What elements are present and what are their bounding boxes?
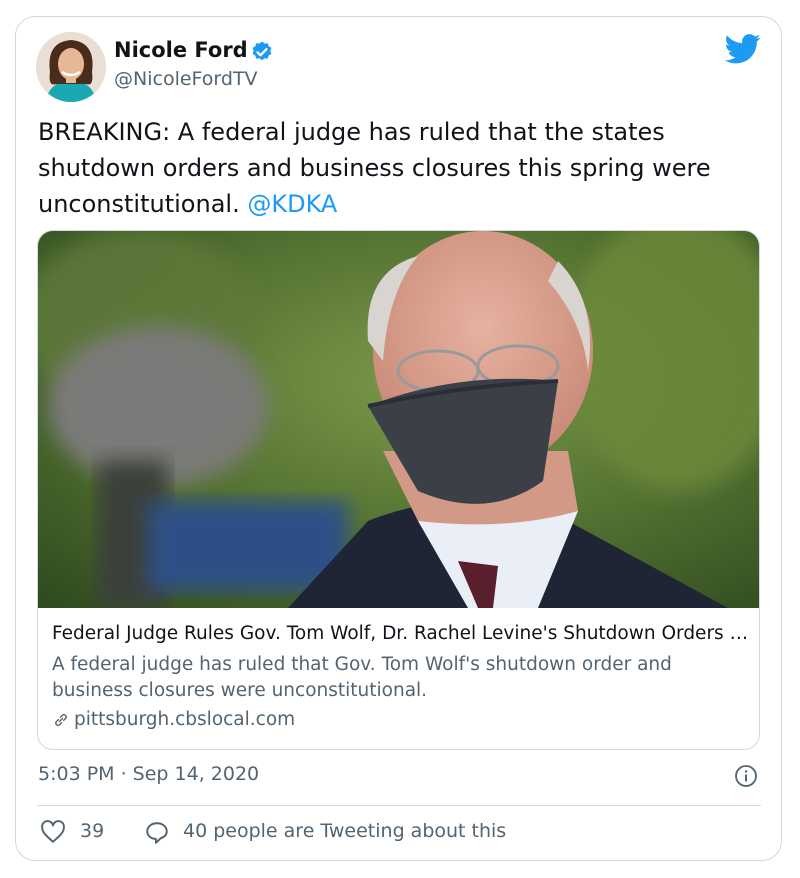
link-preview-image: [38, 231, 759, 608]
link-preview-card[interactable]: Federal Judge Rules Gov. Tom Wolf, Dr. R…: [37, 230, 760, 750]
tweeting-about-link[interactable]: 40 people are Tweeting about this: [183, 820, 506, 842]
tweet-text: BREAKING: A federal judge has ruled that…: [38, 114, 763, 222]
tweet-body: BREAKING: A federal judge has ruled that…: [38, 118, 711, 218]
link-card-domain[interactable]: pittsburgh.cbslocal.com: [52, 709, 295, 730]
author-handle[interactable]: @NicoleFordTV: [114, 68, 258, 90]
speech-bubble-icon[interactable]: [144, 820, 170, 846]
info-icon[interactable]: [734, 764, 758, 788]
heart-icon[interactable]: [40, 820, 66, 844]
like-count[interactable]: 39: [80, 820, 104, 842]
link-icon: [55, 713, 67, 726]
avatar[interactable]: [36, 32, 106, 102]
tweet-timestamp[interactable]: 5:03 PM · Sep 14, 2020: [38, 763, 259, 785]
verified-badge-icon: [252, 41, 272, 61]
link-card-title[interactable]: Federal Judge Rules Gov. Tom Wolf, Dr. R…: [52, 623, 752, 644]
mention-link[interactable]: @KDKA: [247, 190, 337, 218]
link-card-domain-text: pittsburgh.cbslocal.com: [74, 709, 296, 730]
divider: [37, 805, 761, 806]
link-card-description: A federal judge has ruled that Gov. Tom …: [52, 654, 672, 701]
twitter-bird-icon[interactable]: [725, 34, 761, 64]
author-name[interactable]: Nicole Ford: [114, 38, 248, 62]
